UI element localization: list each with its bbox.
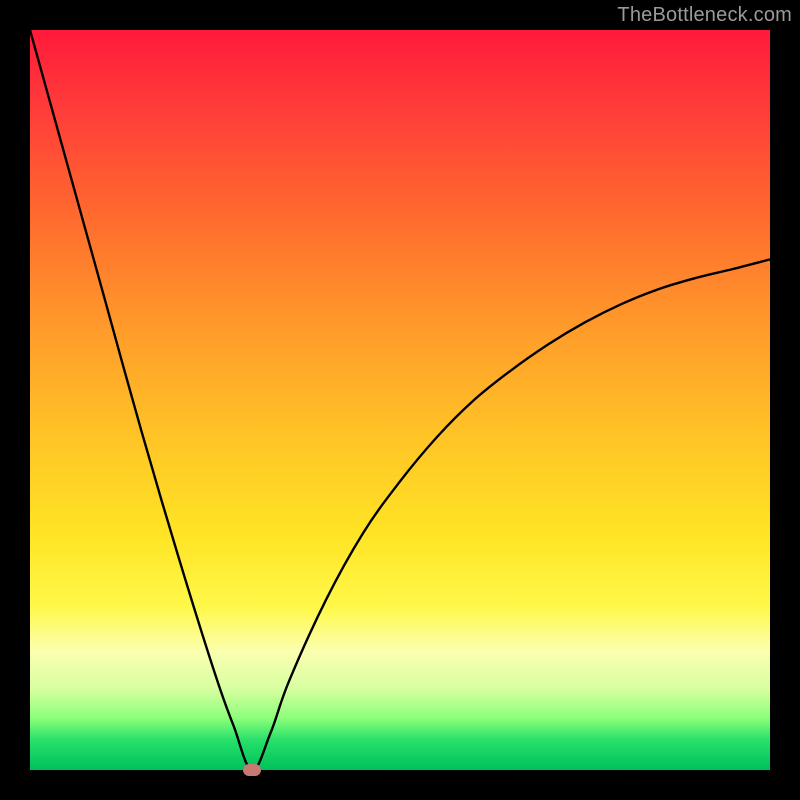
- optimum-marker: [243, 764, 261, 776]
- curve-path: [30, 30, 770, 770]
- watermark-text: TheBottleneck.com: [617, 4, 792, 27]
- bottleneck-curve: [30, 30, 770, 770]
- chart-frame: TheBottleneck.com: [0, 0, 800, 800]
- plot-area: [30, 30, 770, 770]
